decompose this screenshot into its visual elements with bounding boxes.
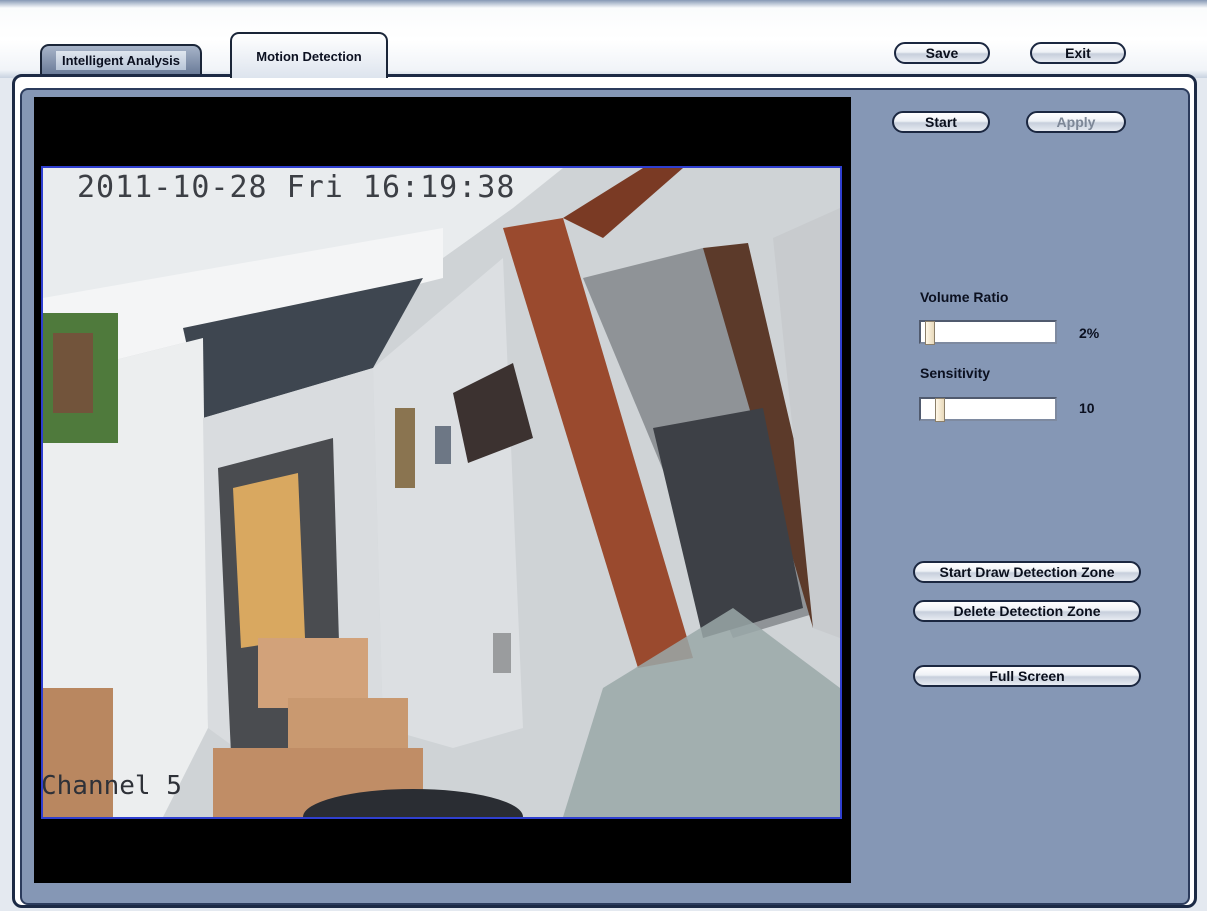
tab-intelligent-analysis[interactable]: Intelligent Analysis: [40, 44, 202, 74]
tab-label: Intelligent Analysis: [56, 50, 186, 70]
sensitivity-slider[interactable]: [919, 397, 1057, 422]
start-draw-detection-zone-button[interactable]: Start Draw Detection Zone: [913, 561, 1141, 583]
apply-button[interactable]: Apply: [1026, 111, 1126, 133]
tab-label: Motion Detection: [256, 48, 362, 64]
volume-ratio-slider[interactable]: [919, 320, 1057, 345]
camera-feed[interactable]: 2011-10-28 Fri 16:19:38 Channel 5: [41, 166, 842, 819]
save-button[interactable]: Save: [894, 42, 990, 64]
volume-ratio-value: 2%: [1079, 325, 1100, 341]
sensitivity-slider-thumb[interactable]: [935, 398, 945, 422]
channel-label: Channel 5: [41, 771, 182, 801]
volume-ratio-slider-thumb[interactable]: [925, 321, 935, 345]
camera-scene-image: [43, 168, 840, 817]
sensitivity-label: Sensitivity: [920, 365, 991, 381]
volume-ratio-label: Volume Ratio: [920, 289, 1009, 305]
full-screen-button[interactable]: Full Screen: [913, 665, 1141, 687]
sensitivity-value: 10: [1079, 400, 1095, 416]
tab-motion-detection[interactable]: Motion Detection: [230, 32, 388, 78]
start-button[interactable]: Start: [892, 111, 990, 133]
delete-detection-zone-button[interactable]: Delete Detection Zone: [913, 600, 1141, 622]
video-timestamp: 2011-10-28 Fri 16:19:38: [77, 170, 516, 205]
exit-button[interactable]: Exit: [1030, 42, 1126, 64]
